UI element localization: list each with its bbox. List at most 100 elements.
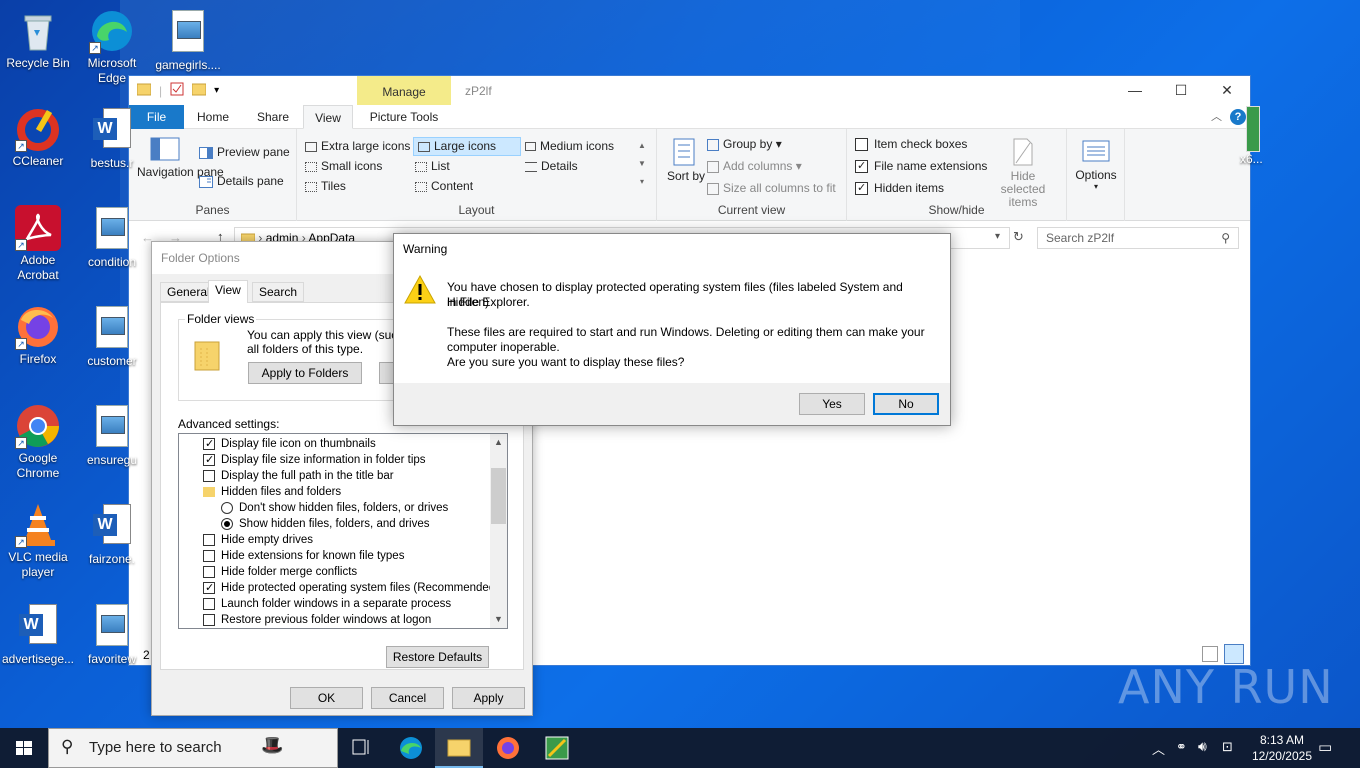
taskbar-app[interactable] — [533, 728, 581, 768]
layout-medium-icons[interactable]: Medium icons — [525, 139, 614, 153]
radio[interactable] — [221, 501, 233, 514]
preview-pane-button[interactable]: Preview pane — [199, 145, 290, 159]
close-button[interactable]: ✕ — [1204, 76, 1250, 105]
group-by-button[interactable]: Group by ▾ — [707, 137, 782, 151]
apply-button[interactable]: Apply — [452, 687, 525, 709]
yes-button[interactable]: Yes — [799, 393, 865, 415]
desktop-icon-ensuregu[interactable]: ensuregu — [74, 403, 150, 468]
scroll-down-icon[interactable]: ▼ — [490, 611, 507, 628]
checkbox-checked[interactable] — [203, 437, 215, 450]
advanced-setting-row[interactable]: Show hidden files, folders, and drives — [221, 516, 430, 532]
meet-now-icon[interactable]: ⚭ — [1176, 739, 1187, 755]
no-button[interactable]: No — [873, 393, 939, 415]
layout-small-icons[interactable]: Small icons — [305, 159, 382, 173]
desktop-icon-ccleaner[interactable]: ↗ CCleaner — [0, 106, 76, 169]
advanced-setting-row[interactable]: Hide extensions for known file types — [203, 548, 404, 564]
tab-home[interactable]: Home — [191, 105, 235, 129]
desktop-icon-advertisege[interactable]: W advertisege... — [0, 602, 76, 667]
desktop-icon-gamegirls[interactable]: gamegirls.... — [150, 8, 226, 73]
minimize-button[interactable]: — — [1112, 76, 1158, 105]
checkbox-checked[interactable] — [855, 160, 868, 174]
advanced-setting-row[interactable]: Display file size information in folder … — [203, 452, 426, 468]
restore-defaults-button[interactable]: Restore Defaults — [386, 646, 489, 668]
desktop-icon-fairzone[interactable]: W fairzone. — [74, 502, 150, 567]
checkbox[interactable] — [203, 565, 215, 578]
checkbox[interactable] — [203, 549, 215, 562]
advanced-setting-row[interactable]: Display file icon on thumbnails — [203, 436, 376, 452]
cancel-button[interactable]: Cancel — [371, 687, 444, 709]
add-columns-button[interactable]: Add columns ▾ — [707, 159, 802, 173]
checkbox[interactable] — [203, 613, 215, 626]
hide-selected-items-button[interactable]: Hide selected items — [987, 137, 1059, 209]
layout-extra-large-icons[interactable]: Extra large icons — [305, 139, 410, 153]
show-hidden-icons[interactable]: ︿ — [1152, 739, 1165, 758]
ok-button[interactable]: OK — [290, 687, 363, 709]
checkbox-checked[interactable] — [203, 453, 215, 466]
layout-content[interactable]: Content — [415, 179, 473, 193]
desktop-icon-vlc[interactable]: ↗ VLC media player — [0, 502, 76, 580]
desktop-icon-bestus[interactable]: W bestus.r — [74, 106, 150, 171]
desktop-icon-firefox[interactable]: ↗ Firefox — [0, 304, 76, 367]
taskbar-search-box[interactable]: ⚲ Type here to search 🎩 — [48, 728, 338, 768]
manage-context-tab[interactable]: Manage — [357, 76, 451, 105]
layout-list[interactable]: List — [415, 159, 450, 173]
advanced-setting-row[interactable]: Don't show hidden files, folders, or dri… — [221, 500, 448, 516]
task-view-button[interactable] — [338, 728, 386, 768]
apply-to-folders-button[interactable]: Apply to Folders — [248, 362, 362, 384]
options-button[interactable]: Options ▾ — [1075, 139, 1117, 191]
layout-scroll-arrows[interactable]: ▲ ▼ ▾ — [635, 137, 649, 195]
desktop-icon-condition[interactable]: condition — [74, 205, 150, 270]
checkbox[interactable] — [203, 533, 215, 546]
layout-details[interactable]: Details — [525, 159, 578, 173]
collapse-ribbon-icon[interactable]: ︿ — [1211, 108, 1222, 124]
tab-picture-tools[interactable]: Picture Tools — [361, 105, 447, 129]
radio-selected[interactable] — [221, 517, 233, 530]
advanced-list-scrollbar[interactable]: ▲ ▼ — [490, 434, 507, 628]
size-all-columns-button[interactable]: Size all columns to fit — [707, 181, 836, 195]
address-dropdown-icon[interactable]: ▾ — [995, 231, 1000, 242]
help-icon[interactable]: ? — [1230, 109, 1246, 125]
desktop-icon-adobe-acrobat[interactable]: ↗ Adobe Acrobat — [0, 205, 76, 283]
advanced-setting-row[interactable]: Hidden files and folders — [203, 484, 341, 500]
advanced-settings-list[interactable]: Restore previous folder windows at logon… — [178, 433, 508, 629]
desktop-icon-google-chrome[interactable]: ↗ Google Chrome — [0, 403, 76, 481]
taskbar-edge[interactable] — [387, 728, 435, 768]
desktop-icon-customer[interactable]: customer — [74, 304, 150, 369]
layout-tiles[interactable]: Tiles — [305, 179, 346, 193]
advanced-setting-row[interactable]: Hide protected operating system files (R… — [203, 580, 499, 596]
volume-icon[interactable]: 🔊︎ — [1198, 738, 1207, 755]
hidden-items-toggle[interactable]: Hidden items — [855, 181, 944, 196]
checkbox[interactable] — [203, 469, 215, 482]
new-folder-icon[interactable] — [191, 82, 207, 99]
checkbox-checked[interactable] — [203, 581, 215, 594]
tab-view[interactable]: View — [208, 280, 248, 303]
desktop-icon-recycle-bin[interactable]: Recycle Bin — [0, 8, 76, 71]
search-input[interactable]: Search zP2lf ⚲ — [1037, 227, 1239, 249]
item-check-boxes-toggle[interactable]: Item check boxes — [855, 137, 967, 152]
checkbox[interactable] — [203, 597, 215, 610]
desktop-icon-favoritew[interactable]: favoritew — [74, 602, 150, 667]
refresh-icon[interactable]: ↻ — [1013, 229, 1024, 245]
scroll-up-icon[interactable]: ▲ — [490, 434, 507, 451]
scroll-thumb[interactable] — [491, 468, 506, 524]
tab-view[interactable]: View — [303, 105, 353, 129]
notifications-icon[interactable]: ▭ — [1318, 738, 1332, 756]
properties-icon[interactable] — [170, 82, 184, 99]
layout-large-icons[interactable]: Large icons — [413, 137, 521, 156]
advanced-setting-row[interactable]: Restore previous folder windows at logon — [203, 612, 431, 628]
sort-by-button[interactable]: Sort by — [667, 137, 705, 183]
advanced-setting-row[interactable]: Launch folder windows in a separate proc… — [203, 596, 451, 612]
advanced-setting-row[interactable]: Hide empty drives — [203, 532, 313, 548]
checkbox-checked[interactable] — [855, 182, 868, 196]
advanced-setting-row[interactable]: Display the full path in the title bar — [203, 468, 394, 484]
start-button[interactable] — [0, 728, 48, 768]
details-pane-button[interactable]: Details pane — [199, 174, 284, 188]
tab-search[interactable]: Search — [252, 282, 305, 302]
desktop-icon-partial-right[interactable]: x6... — [1240, 106, 1276, 167]
checkbox[interactable] — [855, 138, 868, 152]
maximize-button[interactable]: ☐ — [1158, 76, 1204, 105]
advanced-setting-row[interactable]: Hide folder merge conflicts — [203, 564, 357, 580]
network-icon[interactable]: ⊡ — [1222, 739, 1233, 755]
tab-share[interactable]: Share — [251, 105, 295, 129]
file-name-extensions-toggle[interactable]: File name extensions — [855, 159, 987, 174]
